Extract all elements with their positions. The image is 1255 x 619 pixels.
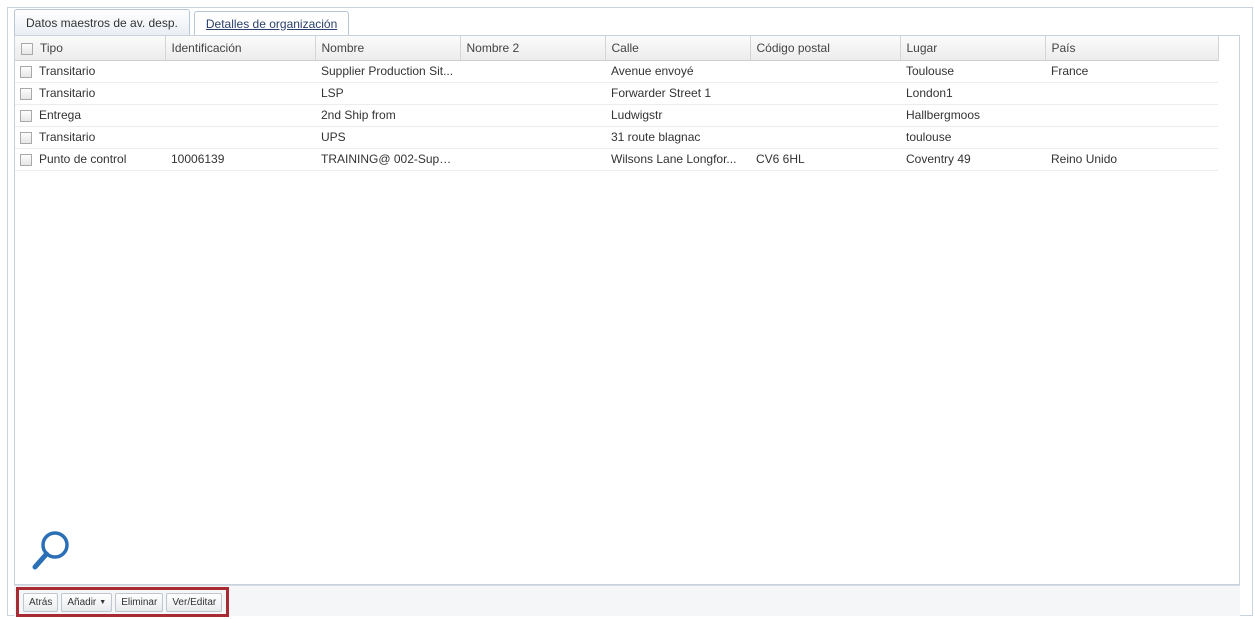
column-header-country[interactable]: País (1045, 36, 1219, 61)
cell-street: 31 route blagnac (605, 126, 750, 149)
row-checkbox[interactable] (20, 109, 32, 122)
cell-text: Transitario (39, 130, 96, 144)
cell-postal-code (750, 60, 900, 83)
data-grid: Tipo Identificación Nombre Nombre 2 Call… (14, 35, 1240, 585)
row-checkbox[interactable] (20, 87, 32, 100)
tab-bar: Datos maestros de av. desp. Detalles de … (14, 9, 350, 35)
cell-postal-code (750, 104, 900, 127)
add-button-label: Añadir (67, 596, 97, 608)
table-row[interactable]: Punto de control 10006139 TRAINING@ 002-… (15, 148, 1218, 171)
cell-street: Forwarder Street 1 (605, 82, 750, 105)
cell-city: toulouse (900, 126, 1045, 149)
select-all-checkbox[interactable] (21, 42, 33, 55)
cell-type: Punto de control (15, 148, 165, 171)
table-row[interactable]: Entrega 2nd Ship from Ludwigstr Hallberg… (15, 104, 1218, 127)
cell-street: Ludwigstr (605, 104, 750, 127)
tab-master-data[interactable]: Datos maestros de av. desp. (14, 9, 190, 35)
cell-street: Wilsons Lane Longfor... (605, 148, 750, 171)
cell-text: Transitario (39, 86, 96, 100)
cell-name: LSP (315, 82, 460, 105)
cell-type: Transitario (15, 126, 165, 149)
caret-down-icon: ▼ (99, 598, 107, 606)
cell-text: Transitario (39, 64, 96, 78)
row-checkbox[interactable] (20, 131, 32, 144)
cell-country (1045, 126, 1218, 149)
cell-name: TRAINING@ 002-SupA... (315, 148, 460, 171)
cell-street: Avenue envoyé (605, 60, 750, 83)
cell-text: Punto de control (39, 152, 127, 166)
cell-name-2 (460, 60, 605, 83)
cell-type: Transitario (15, 82, 165, 105)
cell-postal-code: CV6 6HL (750, 148, 900, 171)
cell-name-2 (460, 104, 605, 127)
cell-name: UPS (315, 126, 460, 149)
cell-postal-code (750, 82, 900, 105)
table-row[interactable]: Transitario Supplier Production Sit... A… (15, 60, 1218, 83)
column-header-street[interactable]: Calle (605, 36, 751, 61)
delete-button[interactable]: Eliminar (115, 592, 164, 612)
grid-header-row: Tipo Identificación Nombre Nombre 2 Call… (15, 36, 1219, 61)
column-header-identification[interactable]: Identificación (165, 36, 316, 61)
cell-country (1045, 82, 1218, 105)
cell-city: Coventry 49 (900, 148, 1045, 171)
cell-identification (165, 126, 315, 149)
cell-name-2 (460, 126, 605, 149)
cell-name-2 (460, 82, 605, 105)
add-button[interactable]: Añadir ▼ (61, 592, 113, 612)
cell-postal-code (750, 126, 900, 149)
cell-country: France (1045, 60, 1218, 83)
grid-table: Tipo Identificación Nombre Nombre 2 Call… (15, 36, 1219, 171)
cell-text: Entrega (39, 108, 82, 122)
cell-type: Entrega (15, 104, 165, 127)
cell-identification: 10006139 (165, 148, 315, 171)
cell-country: Reino Unido (1045, 148, 1218, 171)
row-checkbox[interactable] (20, 153, 32, 166)
highlighted-button-group: Atrás Añadir ▼ Eliminar Ver/Editar (16, 587, 230, 617)
column-header-city[interactable]: Lugar (900, 36, 1046, 61)
cell-city: Hallbergmoos (900, 104, 1045, 127)
cell-type: Transitario (15, 60, 165, 83)
column-header-postal-code[interactable]: Código postal (750, 36, 901, 61)
cell-country (1045, 104, 1218, 127)
cell-identification (165, 104, 315, 127)
cell-name: Supplier Production Sit... (315, 60, 460, 83)
cell-city: Toulouse (900, 60, 1045, 83)
cell-name: 2nd Ship from (315, 104, 460, 127)
column-header-name[interactable]: Nombre (315, 36, 461, 61)
cell-identification (165, 82, 315, 105)
row-checkbox[interactable] (20, 65, 32, 78)
column-header-label: Tipo (40, 40, 63, 55)
action-toolbar: Atrás Añadir ▼ Eliminar Ver/Editar (14, 585, 1240, 617)
cell-identification (165, 60, 315, 83)
view-edit-button[interactable]: Ver/Editar (166, 592, 223, 612)
cell-name-2 (460, 148, 605, 171)
cell-city: London1 (900, 82, 1045, 105)
back-button[interactable]: Atrás (23, 592, 59, 612)
column-header-type[interactable]: Tipo (15, 36, 166, 61)
tab-organization-details[interactable]: Detalles de organización (193, 11, 350, 35)
table-row[interactable]: Transitario LSP Forwarder Street 1 Londo… (15, 82, 1218, 105)
table-row[interactable]: Transitario UPS 31 route blagnac toulous… (15, 126, 1218, 149)
column-header-name-2[interactable]: Nombre 2 (460, 36, 606, 61)
search-icon[interactable] (30, 528, 72, 572)
